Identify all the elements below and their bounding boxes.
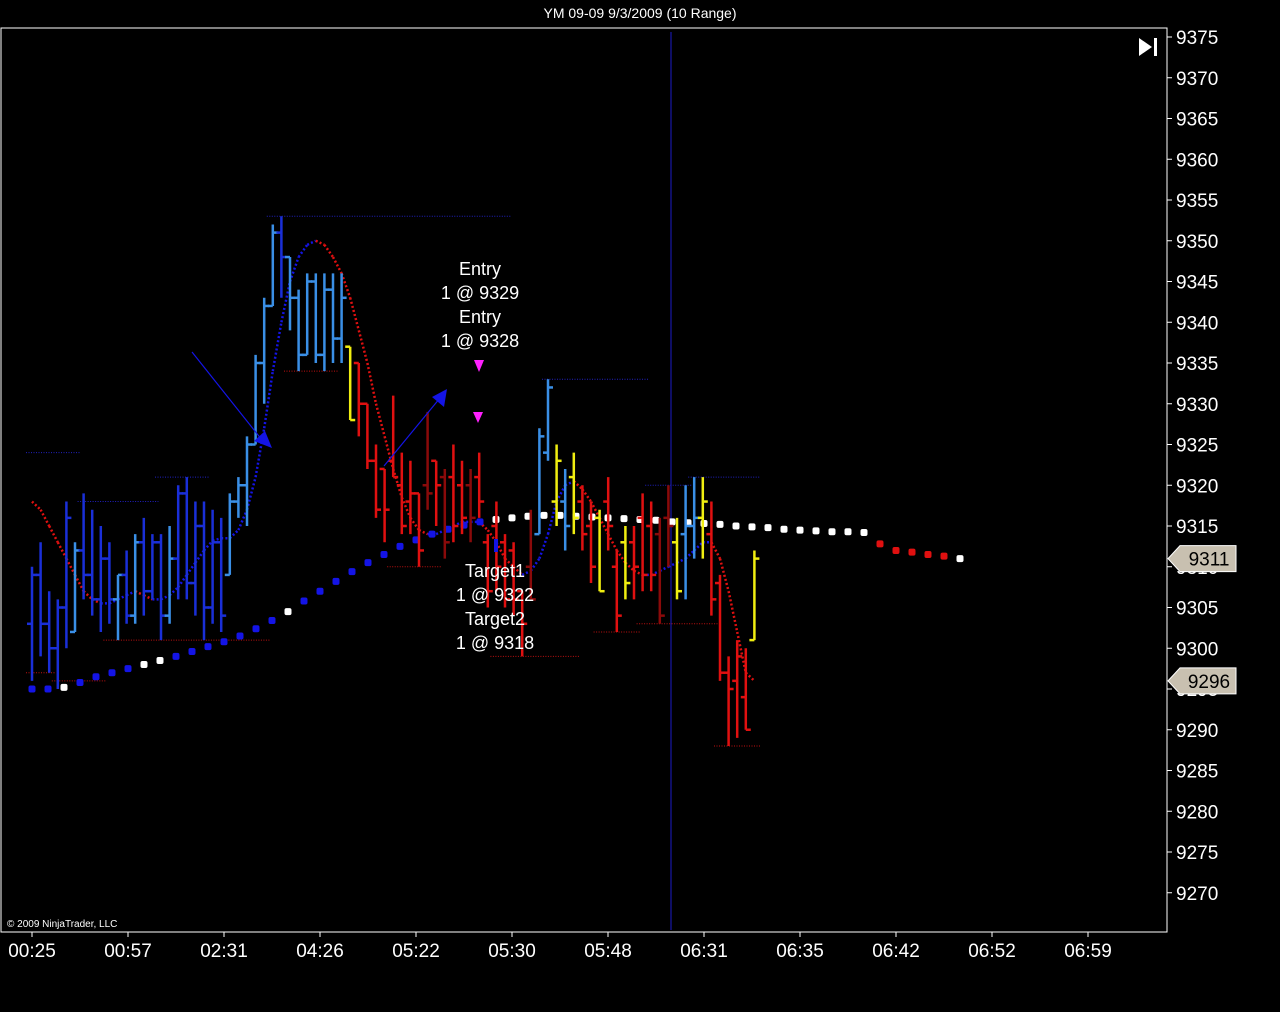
x-tick-label: 00:25 [8,941,56,962]
y-tick-label: 9345 [1176,273,1218,294]
y-tick-label: 9300 [1176,639,1218,660]
annotation-value: 1 @ 9322 [456,585,534,605]
trend-dot [620,515,628,523]
trend-dot [140,661,148,669]
trend-dot [716,520,724,528]
trend-dot [236,632,244,640]
trend-dot [508,514,516,522]
x-tick-label: 05:22 [392,941,440,962]
trend-dot [92,673,100,681]
annotation-label: Entry [459,307,501,327]
annotation-label: Target2 [465,609,525,629]
y-tick-label: 9285 [1176,762,1218,783]
annotation-value: 1 @ 9328 [441,331,519,351]
trend-dot [300,597,308,605]
trend-dot [284,608,292,616]
annotation-label: Entry [459,259,501,279]
y-tick-label: 9290 [1176,721,1218,742]
trend-dot [428,530,436,538]
trend-dot [892,546,900,554]
trend-dot [252,625,260,633]
trend-dot [924,551,932,559]
trend-dot [188,648,196,656]
trend-dot [124,665,132,673]
trend-dot [396,542,404,550]
y-tick-label: 9270 [1176,884,1218,905]
y-tick-label: 9370 [1176,69,1218,90]
annotation-value: 1 @ 9329 [441,283,519,303]
x-tick-label: 06:42 [872,941,920,962]
x-tick-label: 06:59 [1064,941,1112,962]
price-chart[interactable]: Entry 1 @ 9329 Entry 1 @ 9328 Target1 1 @ 932… [0,0,1280,1012]
trend-dot [156,656,164,664]
y-tick-label: 9360 [1176,150,1218,171]
trend-dot [876,540,884,548]
trend-dot [796,526,804,534]
trend-dot [732,522,740,530]
x-axis: 00:25 00:57 02:31 04:26 05:22 05:30 05:48 06:31… [8,932,1112,962]
trend-dot [940,552,948,560]
trend-dot [28,685,36,693]
target-marker [494,539,498,552]
trend-dot [812,527,820,535]
y-axis: 9375 9370 9365 9360 9355 9350 9345 9340 9335 9330… [1167,28,1218,905]
copyright-text: © 2009 NinjaTrader, LLC [7,919,118,930]
trend-dot [540,511,548,519]
trend-dot [316,587,324,595]
trend-dot [956,555,964,563]
trend-dot [332,577,340,585]
x-tick-label: 04:26 [296,941,344,962]
trend-dot [268,617,276,625]
y-tick-label: 9375 [1176,28,1218,49]
trend-dot [220,638,228,646]
y-tick-label: 9335 [1176,354,1218,375]
x-tick-label: 06:52 [968,941,1016,962]
x-tick-label: 06:35 [776,941,824,962]
trend-dot [828,528,836,536]
y-tick-label: 9355 [1176,191,1218,212]
x-tick-label: 06:31 [680,941,728,962]
trend-dot [364,559,372,567]
plot-area[interactable] [0,27,1168,933]
y-tick-label: 9325 [1176,436,1218,457]
trend-dot [108,669,116,677]
trend-dot [860,529,868,537]
trend-dot [60,683,68,691]
y-tick-label: 9280 [1176,802,1218,823]
annotation-value: 1 @ 9318 [456,633,534,653]
trend-dot [780,525,788,533]
x-tick-label: 05:48 [584,941,632,962]
annotation-label: Target1 [465,561,525,581]
y-tick-label: 9305 [1176,599,1218,620]
x-tick-label: 05:30 [488,941,536,962]
trend-dot [908,548,916,556]
trend-dot [76,678,84,686]
price-label-text: 9311 [1189,550,1230,571]
x-tick-label: 00:57 [104,941,152,962]
trend-dot [652,516,660,524]
y-tick-label: 9275 [1176,843,1218,864]
price-labels: 9311 9296 [1167,545,1237,695]
trend-dot [476,518,484,526]
trend-dot [380,551,388,559]
y-tick-label: 9330 [1176,395,1218,416]
skip-to-end-icon[interactable] [1132,34,1162,60]
price-label-text: 9296 [1188,672,1230,693]
y-tick-label: 9320 [1176,476,1218,497]
trend-dot [844,528,852,536]
trend-dot [204,643,212,651]
y-tick-label: 9350 [1176,232,1218,253]
y-tick-label: 9365 [1176,110,1218,131]
trend-dot [348,568,356,576]
trend-dot [172,652,180,660]
y-tick-label: 9315 [1176,517,1218,538]
y-tick-label: 9340 [1176,313,1218,334]
x-tick-label: 02:31 [200,941,248,962]
trend-dot [44,685,52,693]
trend-dot [748,523,756,531]
trend-dot [764,524,772,532]
